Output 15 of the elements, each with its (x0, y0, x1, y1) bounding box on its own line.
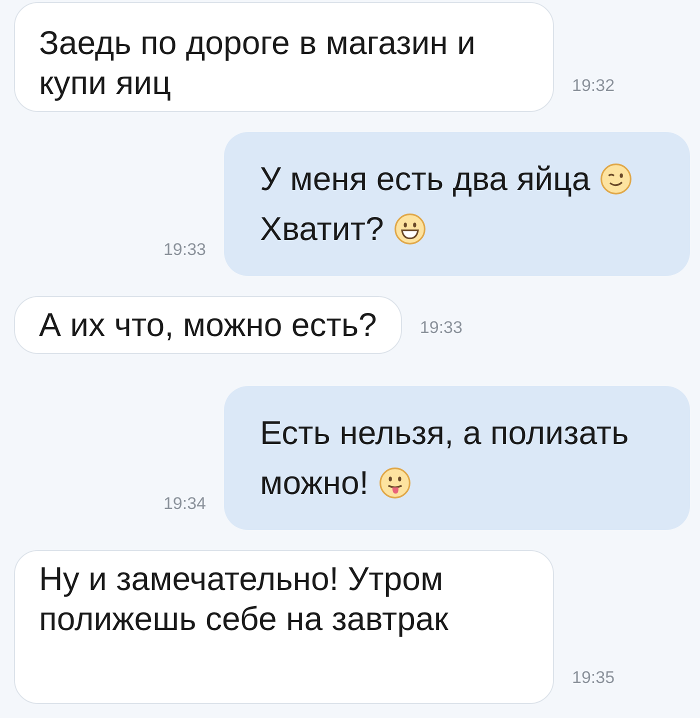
message-text: А их что, можно есть? (39, 306, 377, 343)
message-text: Ну и замечательно! Утром полижешь себе на завтрак (39, 560, 448, 637)
message-time: 19:35 (572, 668, 615, 688)
message-time: 19:33 (420, 318, 462, 338)
tongue-smiley-icon (378, 467, 410, 499)
message-text: можно! (260, 464, 368, 501)
message-text: Заедь по дороге в магазин и купи яиц (39, 24, 476, 101)
message-time: 19:34 (163, 494, 206, 514)
message-text: Есть нельзя, а полизать (260, 414, 629, 451)
grinning-smiley-icon (394, 213, 426, 245)
message-time: 19:33 (163, 240, 206, 260)
winking-smiley-icon (600, 163, 632, 195)
message-text: У меня есть два яйца (260, 160, 590, 197)
message-time: 19:32 (572, 76, 615, 96)
message-text: Хватит? (260, 210, 384, 247)
